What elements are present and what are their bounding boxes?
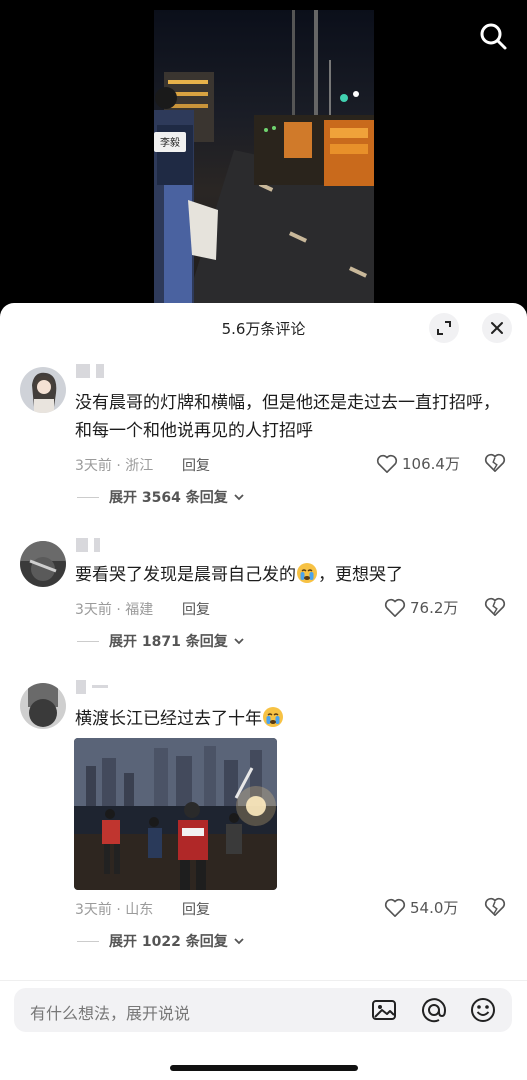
reply-button[interactable]: 回复 (182, 599, 210, 619)
comment-input[interactable]: 有什么想法，展开说说 (14, 988, 512, 1032)
dislike-button[interactable] (484, 453, 506, 477)
expand-replies-label: 展开 1871 条回复 (109, 634, 228, 650)
heart-icon (376, 454, 398, 473)
comment-text: 横渡长江已经过去了十年 (75, 705, 505, 733)
comment-text: 没有晨哥的灯牌和横幅，但是他还是走过去一直打招呼，和每一个和他说再见的人打招呼 (75, 393, 500, 441)
comment-meta: 3天前 · 福建 (75, 602, 154, 618)
expand-replies-label: 展开 1022 条回复 (109, 934, 228, 950)
comment-image[interactable] (74, 738, 277, 890)
comment-item: 没有晨哥的灯牌和横幅，但是他还是走过去一直打招呼，和每一个和他说再见的人打招呼 … (0, 363, 527, 507)
comment-item: 横渡长江已经过去了十年 3天前 · 山东 回复 54.0万 展开 1022 条回… (0, 679, 527, 953)
username-blurred[interactable] (76, 363, 110, 378)
avatar[interactable] (20, 541, 66, 587)
broken-heart-icon (484, 597, 506, 616)
like-button[interactable]: 76.2万 (384, 597, 458, 618)
comment-meta: 3天前 · 山东 (75, 902, 154, 918)
heart-icon (384, 598, 406, 617)
emoji-icon (471, 998, 495, 1022)
avatar[interactable] (20, 683, 66, 729)
image-button[interactable] (370, 996, 398, 1024)
image-icon (372, 1000, 396, 1020)
username-blurred[interactable] (76, 537, 106, 552)
reply-button[interactable]: 回复 (182, 899, 210, 919)
comment-text: 要看哭了发现是晨哥自己发的 ，更想哭了 (75, 561, 505, 589)
reply-button[interactable]: 回复 (182, 455, 210, 475)
comment-item: 要看哭了发现是晨哥自己发的 ，更想哭了 3天前 · 福建 回复 76.2万 展开… (0, 537, 527, 651)
person-badge: 李毅 (160, 136, 180, 149)
crying-emoji-icon (263, 707, 283, 727)
broken-heart-icon (484, 453, 506, 472)
expand-sheet-button[interactable] (429, 313, 459, 343)
at-icon (422, 998, 447, 1023)
dislike-button[interactable] (484, 897, 506, 921)
video-scene: 李毅 (154, 10, 374, 310)
expand-replies-label: 展开 3564 条回复 (109, 490, 228, 506)
chevron-down-icon (234, 638, 244, 645)
username-blurred[interactable] (76, 679, 114, 694)
chevron-down-icon (234, 494, 244, 501)
expand-replies-button[interactable]: 展开 1022 条回复 (77, 931, 246, 951)
close-icon (491, 322, 503, 334)
video-area[interactable]: 李毅 (0, 0, 527, 320)
like-count: 54.0万 (410, 899, 459, 917)
mention-button[interactable] (420, 996, 448, 1024)
heart-icon (384, 898, 406, 917)
dislike-button[interactable] (484, 597, 506, 621)
search-icon (480, 23, 507, 50)
comments-sheet: 5.6万条评论 没有晨哥的灯牌和横幅，但是他还是走过去一直打招呼，和每一个和他说… (0, 303, 527, 1080)
crying-emoji-icon (297, 563, 317, 583)
like-button[interactable]: 54.0万 (384, 897, 458, 918)
emoji-button[interactable] (469, 996, 497, 1024)
close-sheet-button[interactable] (482, 313, 512, 343)
comment-meta: 3天前 · 浙江 (75, 458, 154, 474)
expand-icon (437, 321, 451, 335)
search-button[interactable] (477, 20, 509, 52)
comment-input-bar: 有什么想法，展开说说 (0, 980, 527, 1080)
expand-replies-button[interactable]: 展开 3564 条回复 (77, 487, 246, 507)
comment-input-placeholder: 有什么想法，展开说说 (30, 1004, 191, 1023)
chevron-down-icon (234, 938, 244, 945)
home-indicator[interactable] (170, 1065, 358, 1071)
like-button[interactable]: 106.4万 (376, 453, 460, 474)
avatar[interactable] (20, 367, 66, 413)
like-count: 106.4万 (402, 455, 460, 473)
video-frame[interactable]: 李毅 (154, 10, 374, 310)
broken-heart-icon (484, 897, 506, 916)
sheet-header: 5.6万条评论 (0, 303, 527, 353)
like-count: 76.2万 (410, 599, 459, 617)
expand-replies-button[interactable]: 展开 1871 条回复 (77, 631, 246, 651)
